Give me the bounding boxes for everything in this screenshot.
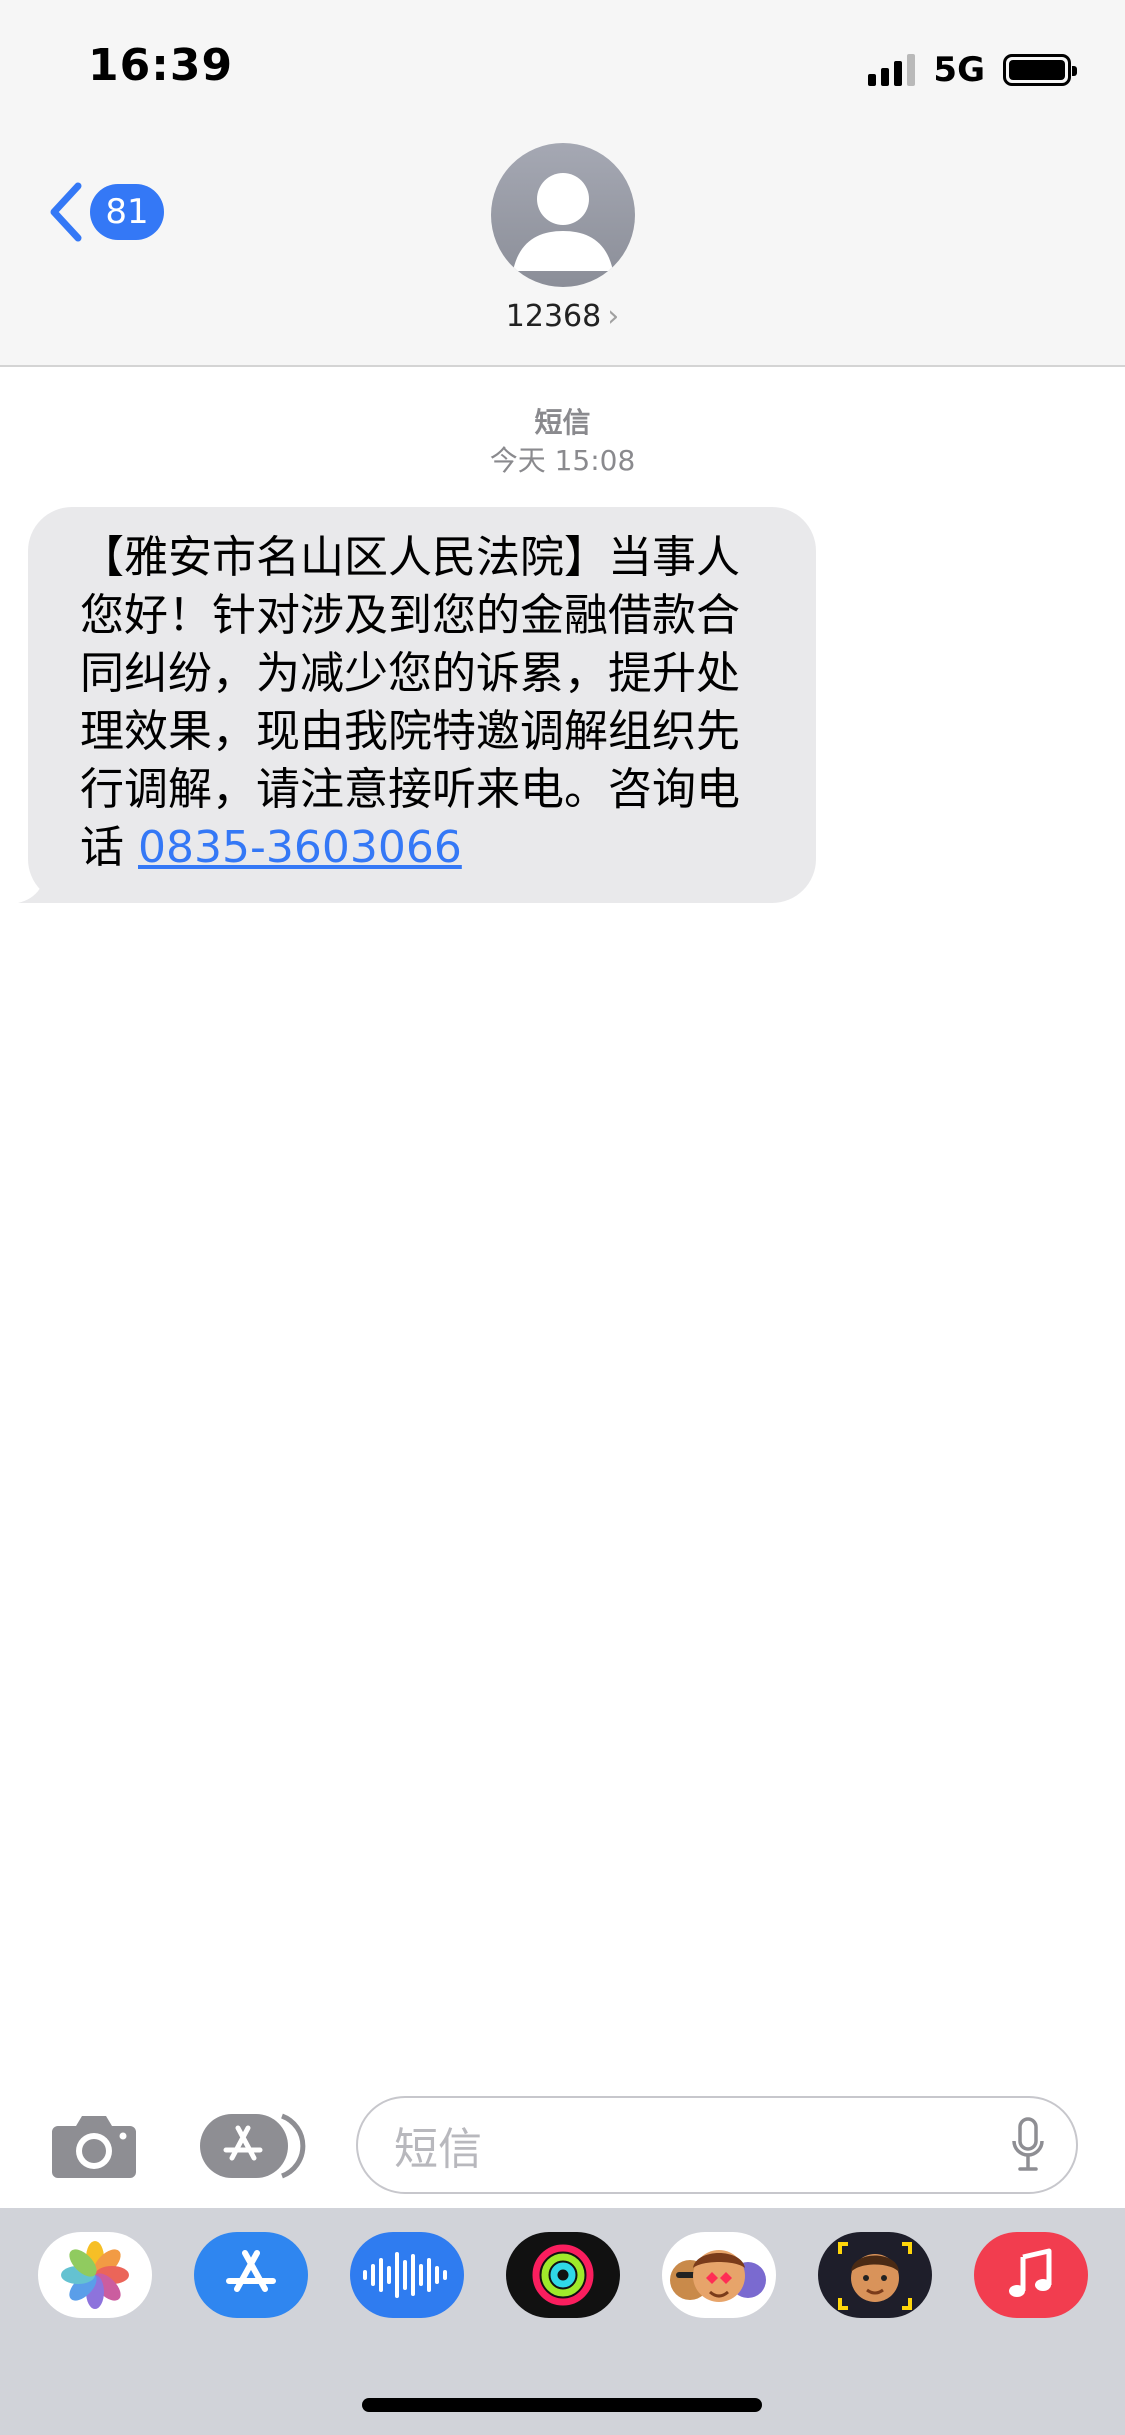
cellular-signal-icon — [868, 54, 916, 86]
app-store-icon[interactable] — [198, 2112, 310, 2180]
memoji-stickers-app-icon[interactable] — [662, 2232, 776, 2318]
message-timestamp: 今天 15:08 — [489, 444, 636, 477]
battery-icon — [1003, 54, 1077, 86]
imessage-app-drawer — [0, 2208, 1125, 2435]
microphone-icon[interactable] — [1010, 2117, 1046, 2173]
contact-info-button[interactable]: 12368 › — [0, 143, 1125, 334]
compose-bar: 短信 — [0, 2090, 1125, 2200]
photos-app-icon[interactable] — [38, 2232, 152, 2318]
status-indicators: 5G — [868, 50, 1077, 90]
contact-avatar-icon — [490, 143, 635, 287]
phone-number-link[interactable]: 0835-3603066 — [138, 822, 462, 873]
animoji-app-icon[interactable] — [818, 2232, 932, 2318]
message-meta: 短信 今天 15:08 — [0, 404, 1125, 480]
fitness-app-icon[interactable] — [506, 2232, 620, 2318]
camera-icon[interactable] — [50, 2112, 138, 2180]
app-store-app-icon[interactable] — [194, 2232, 308, 2318]
service-label: 短信 — [534, 406, 591, 439]
music-app-icon[interactable] — [974, 2232, 1088, 2318]
chevron-right-icon: › — [607, 299, 620, 334]
message-input-placeholder: 短信 — [394, 2124, 482, 2175]
conversation-header: 16:39 5G 81 12368 › — [0, 0, 1125, 367]
message-input[interactable]: 短信 — [356, 2096, 1078, 2194]
incoming-message[interactable]: 【雅安市名山区人民法院】当事人您好！针对涉及到您的金融借款合同纠纷，为减少您的诉… — [18, 507, 816, 903]
audio-message-app-icon[interactable] — [350, 2232, 464, 2318]
home-indicator[interactable] — [362, 2398, 762, 2412]
message-bubble[interactable]: 【雅安市名山区人民法院】当事人您好！针对涉及到您的金融借款合同纠纷，为减少您的诉… — [18, 507, 816, 903]
status-time: 16:39 — [88, 40, 234, 91]
network-type: 5G — [933, 50, 985, 90]
contact-name: 12368 — [505, 299, 602, 334]
bubble-tail — [18, 859, 78, 903]
